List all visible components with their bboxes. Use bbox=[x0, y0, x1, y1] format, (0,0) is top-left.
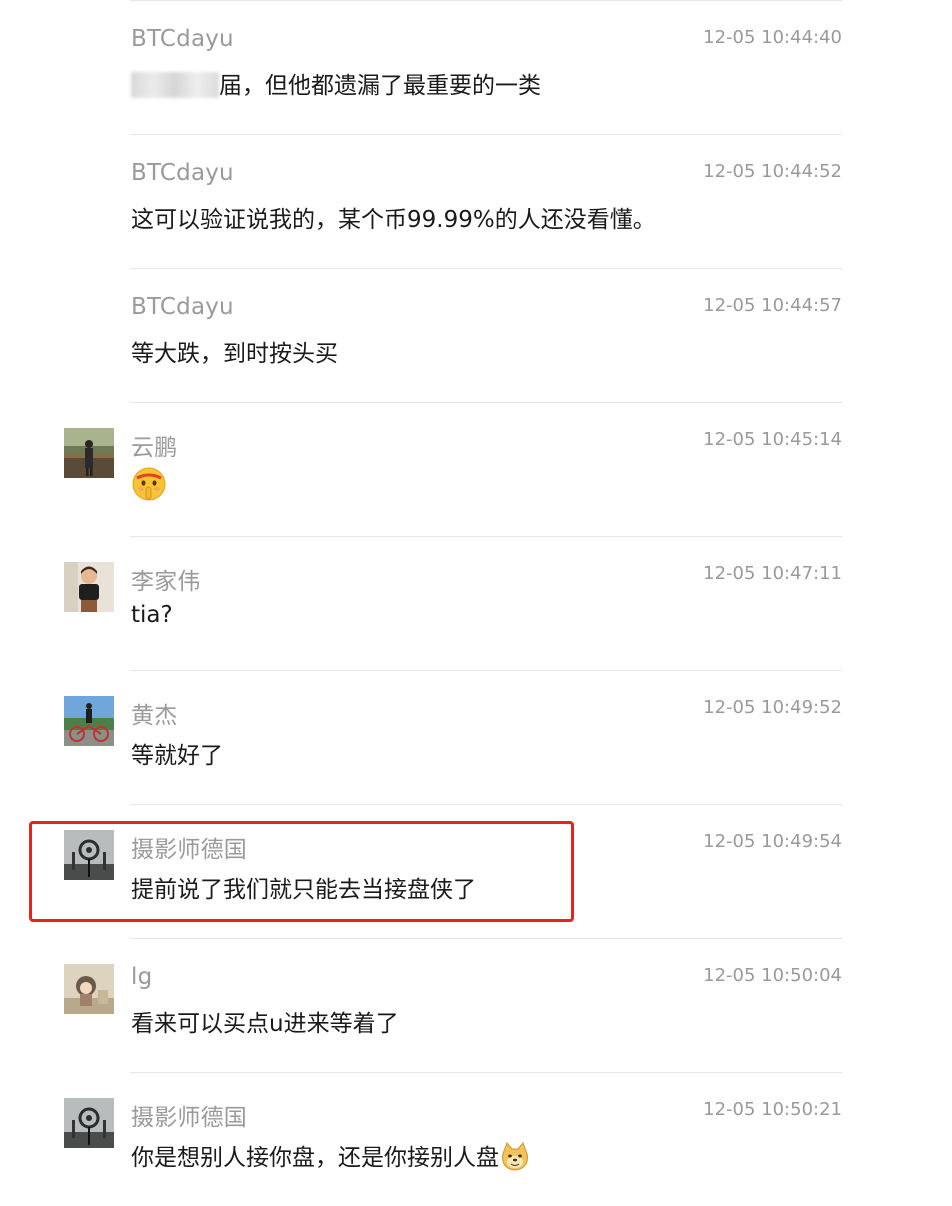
timestamp: 12-05 10:44:57 bbox=[703, 295, 842, 316]
comment-item: 摄影师德国 12-05 10:50:21 你是想别人接你盘，还是你接别人盘 bbox=[0, 1072, 952, 1206]
divider bbox=[130, 402, 842, 403]
author-name[interactable]: BTCdayu bbox=[131, 294, 234, 320]
comment-text-row: 你是想别人接你盘，还是你接别人盘 bbox=[131, 1138, 530, 1178]
comment-item: BTCdayu 12-05 10:44:40 届，但他都遗漏了最重要的一类 bbox=[0, 0, 952, 134]
divider bbox=[130, 938, 842, 939]
timestamp: 12-05 10:44:40 bbox=[703, 27, 842, 48]
timestamp: 12-05 10:50:04 bbox=[703, 965, 842, 986]
avatar[interactable] bbox=[64, 428, 114, 478]
redacted-text bbox=[131, 72, 219, 98]
timestamp: 12-05 10:45:14 bbox=[703, 429, 842, 450]
divider bbox=[130, 0, 842, 1]
author-name[interactable]: BTCdayu bbox=[131, 160, 234, 186]
comment-feed: BTCdayu 12-05 10:44:40 届，但他都遗漏了最重要的一类 BT… bbox=[0, 0, 952, 1200]
comment-item: 云鹏 12-05 10:45:14 bbox=[0, 402, 952, 536]
shushing-face-emoji bbox=[131, 466, 167, 506]
author-name[interactable]: 摄影师德国 bbox=[131, 1098, 247, 1132]
divider bbox=[130, 268, 842, 269]
divider bbox=[130, 536, 842, 537]
divider bbox=[130, 134, 842, 135]
comment-text: 看来可以买点u进来等着了 bbox=[131, 1011, 399, 1037]
author-name[interactable]: lg bbox=[131, 964, 152, 990]
divider bbox=[130, 804, 842, 805]
avatar[interactable] bbox=[64, 696, 114, 746]
highlight-box bbox=[29, 821, 574, 922]
author-name[interactable]: 李家伟 bbox=[131, 562, 201, 596]
avatar[interactable] bbox=[64, 562, 114, 612]
author-name[interactable]: 黄杰 bbox=[131, 696, 177, 730]
author-name[interactable]: 云鹏 bbox=[131, 428, 177, 462]
comment-item: lg 12-05 10:50:04 看来可以买点u进来等着了 bbox=[0, 938, 952, 1072]
comment-item: BTCdayu 12-05 10:44:57 等大跌，到时按头买 bbox=[0, 268, 952, 402]
timestamp: 12-05 10:49:52 bbox=[703, 697, 842, 718]
comment-text: 等大跌，到时按头买 bbox=[131, 341, 338, 367]
comment-text: 你是想别人接你盘，还是你接别人盘 bbox=[131, 1145, 499, 1171]
divider bbox=[130, 670, 842, 671]
comment-text-row: 届，但他都遗漏了最重要的一类 bbox=[131, 66, 541, 100]
avatar[interactable] bbox=[64, 1098, 114, 1148]
comment-item: BTCdayu 12-05 10:44:52 这可以验证说我的，某个币99.99… bbox=[0, 134, 952, 268]
timestamp: 12-05 10:44:52 bbox=[703, 161, 842, 182]
timestamp: 12-05 10:50:21 bbox=[703, 1099, 842, 1120]
comment-text: 等就好了 bbox=[131, 743, 223, 769]
timestamp: 12-05 10:49:54 bbox=[703, 831, 842, 852]
timestamp: 12-05 10:47:11 bbox=[703, 563, 842, 584]
comment-item: 黄杰 12-05 10:49:52 等就好了 bbox=[0, 670, 952, 804]
comment-text: 届，但他都遗漏了最重要的一类 bbox=[219, 73, 541, 99]
divider bbox=[130, 1072, 842, 1073]
author-name[interactable]: BTCdayu bbox=[131, 26, 234, 52]
doge-emoji bbox=[500, 1142, 530, 1178]
comment-text: tia? bbox=[131, 602, 173, 628]
avatar[interactable] bbox=[64, 964, 114, 1014]
comment-item: 李家伟 12-05 10:47:11 tia? bbox=[0, 536, 952, 670]
comment-text: 这可以验证说我的，某个币99.99%的人还没看懂。 bbox=[131, 207, 656, 233]
